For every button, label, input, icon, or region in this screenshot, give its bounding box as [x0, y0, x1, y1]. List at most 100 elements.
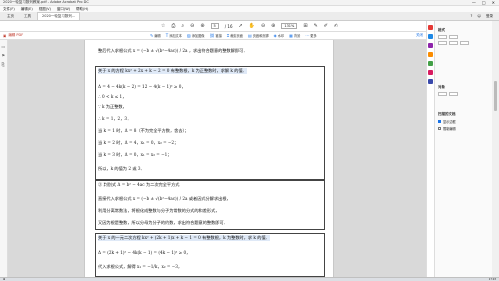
restrict-edit-checkbox[interactable]: 限制编辑	[438, 126, 489, 131]
next-page-icon[interactable]: ⊕	[200, 23, 204, 29]
zoom-out-icon[interactable]: ⊖	[261, 23, 265, 29]
tab-document[interactable]: 2020一轮复习数列...	[37, 12, 81, 20]
edit-icon: ✎	[150, 33, 154, 38]
page-thumbnails-icon[interactable]: ▭	[2, 44, 6, 49]
link-button[interactable]: ⛓ 链接	[209, 33, 221, 38]
edit-pdf-label: ▣ 编辑 PDF	[0, 32, 42, 40]
tab-tools[interactable]: 工具	[20, 13, 35, 20]
more-icon: ⋯	[305, 33, 310, 38]
page-line: ∴ 0 < k ≤ 1，	[98, 94, 127, 99]
header-footer-button[interactable]: ▤ 页眉和页脚	[248, 33, 269, 38]
page-line: 代入求根公式，解得 x₁ = −1/k，x₂ = −3，	[98, 264, 183, 269]
protect-icon[interactable]	[428, 70, 433, 75]
crop-button[interactable]: ⌗ 裁剪页面	[227, 33, 243, 38]
crop-icon: ⌗	[226, 33, 230, 38]
page-line: 利用分离常数法，将根化成整数与分子为常数的分式的和差形式，	[98, 208, 220, 213]
menu-file[interactable]: 文件(F)	[3, 7, 15, 12]
select-tool-icon[interactable]: ➚	[239, 23, 243, 29]
font-size-select[interactable]	[449, 35, 458, 39]
background-button[interactable]: ▦ 背景	[289, 33, 300, 38]
highlight-icon[interactable]: ✐	[324, 23, 328, 29]
menu-view[interactable]: 视图(V)	[39, 7, 51, 12]
add-image-button[interactable]: ▨ 添加图像	[187, 33, 205, 38]
show-border-checkbox[interactable]: 显示边框	[438, 119, 489, 124]
bookmarks-panel-icon[interactable]: ⚑	[2, 53, 6, 58]
attachments-icon[interactable]: ⎘	[2, 62, 6, 67]
close-edit-button[interactable]: 关闭	[416, 33, 426, 38]
page-line: 当 k = 3 时，Δ = 0，x₁ = x₂ = −1；	[98, 152, 172, 157]
page-line: 所以，k 的值为 2 或 3．	[98, 166, 145, 171]
left-sidebar: ▭ ⚑ ⎘	[0, 40, 8, 277]
print-icon[interactable]: ⎙	[171, 23, 175, 29]
page-line: ∵ k 为正整数，	[98, 104, 127, 109]
window-controls: — □ ✕	[472, 0, 499, 5]
taskbar: ⊞ 17:03	[0, 277, 499, 281]
organize-pages-icon[interactable]	[428, 61, 433, 66]
watermark-button[interactable]: ◈ 水印	[274, 33, 284, 38]
fit-page-icon[interactable]: ⊞	[303, 23, 307, 29]
prev-page-icon[interactable]: ⊖	[190, 23, 194, 29]
sign-in-button[interactable]: 登录	[486, 14, 493, 19]
page-line: Δ = 4 − 4k(k − 2) = 12 − 4(k − 1)² ≥ 0，	[98, 84, 186, 89]
tab-bar: 主页 工具 2020一轮复习数列... ? ☺ 登录	[0, 12, 499, 21]
sign-icon[interactable]: ✍	[334, 23, 338, 29]
page-line: Δ = (2k + 1)² − 4k(k − 1) = (4k − 1)² ≥ …	[98, 250, 191, 255]
vertical-scrollbar[interactable]	[492, 21, 499, 277]
menu-edit[interactable]: 编辑(E)	[21, 7, 33, 12]
feedback-icon[interactable]: ☺	[477, 14, 481, 19]
menu-help[interactable]: 帮助(H)	[76, 7, 88, 12]
right-tool-rail	[426, 21, 434, 277]
tab-home[interactable]: 主页	[3, 13, 18, 20]
panel-section-objects: 对象	[438, 85, 445, 89]
link-icon: ⛓	[209, 33, 215, 38]
export-pdf-icon[interactable]	[428, 43, 433, 48]
add-text-button[interactable]: T 添加文本	[166, 33, 182, 38]
page-line: 当 k = 1 时，Δ = 8（不为完全平方数，舍去）；	[98, 128, 189, 133]
edit-pdf-icon[interactable]	[428, 34, 433, 39]
hand-tool-icon[interactable]: ✋	[249, 23, 255, 29]
maximize-button[interactable]: □	[482, 0, 486, 5]
align-controls	[438, 41, 489, 45]
align-left-button[interactable]	[438, 41, 447, 45]
page-line: 直接代入求根公式 x = (−b ± √(b²−4ac)) / 2a 或者因式分…	[98, 196, 231, 201]
comment-icon[interactable]: ✎	[314, 23, 318, 29]
align-right-button[interactable]	[460, 41, 469, 45]
search-icon[interactable]: ⌕	[181, 23, 184, 29]
image-icon: ▨	[186, 33, 191, 38]
flip-button[interactable]	[438, 92, 447, 96]
format-panel: 格式 对象 扫描的文档 显示边框 限制编辑	[434, 21, 492, 277]
create-pdf-icon[interactable]	[428, 25, 433, 30]
header-footer-icon: ▤	[247, 33, 252, 38]
page-line: 整后代入求根公式 x = (−b ± √(b²−4ac)) / 2a ，求出符合…	[98, 48, 248, 53]
comment-tool-icon[interactable]	[428, 52, 433, 57]
page-number-input[interactable]: 5	[210, 23, 219, 29]
fill-sign-icon[interactable]	[428, 79, 433, 84]
page-line: ② 判别式 Δ = b² − 4ac 为二次完全平方式	[98, 182, 180, 187]
zoom-select[interactable]: 131%	[281, 23, 298, 29]
panel-section-scan: 扫描的文档	[438, 112, 456, 116]
page-line: 又因为根是整数，所以分母为分子的约数，求出符合题意的整数即可．	[98, 220, 228, 225]
close-window-button[interactable]: ✕	[492, 0, 495, 5]
page-line: 关于 x 的方程 kx² + 2x + k − 2 = 0 有整数根，k 为正整…	[98, 68, 247, 74]
window-title: 2020一轮复习数列教案.pdf - Adobe Acrobat Pro DC	[3, 0, 89, 4]
help-icon[interactable]: ?	[470, 14, 472, 19]
rotate-button[interactable]	[449, 92, 458, 96]
edit-button[interactable]: ✎ 编辑	[150, 33, 161, 38]
scroll-thumb[interactable]	[494, 81, 497, 111]
menu-window[interactable]: 窗口(W)	[57, 7, 70, 12]
minimize-button[interactable]: —	[472, 0, 476, 5]
edit-toolbar: ✎ 编辑 T 添加文本 ▨ 添加图像 ⛓ 链接 ⌗ 裁剪页面 ▤ 页眉和页脚 ◈ 水印 ▦ 背景…	[42, 32, 426, 40]
align-center-button[interactable]	[449, 41, 458, 45]
zoom-in-icon[interactable]: ⊕	[271, 23, 275, 29]
background-icon: ▦	[289, 33, 293, 38]
object-controls	[438, 92, 489, 96]
edit-pdf-text: 编辑 PDF	[8, 33, 24, 37]
add-text-icon: T	[165, 33, 169, 38]
font-family-select[interactable]	[438, 35, 447, 39]
page-total: / 16	[224, 23, 233, 29]
bookmark-icon[interactable]: ☆	[161, 23, 165, 29]
document-area[interactable]: 整后代入求根公式 x = (−b ± √(b²−4ac)) / 2a ，求出符合…	[8, 40, 426, 277]
more-button[interactable]: ⋯ 更多	[305, 33, 316, 38]
pdf-page[interactable]: 整后代入求根公式 x = (−b ± √(b²−4ac)) / 2a ，求出符合…	[84, 40, 334, 277]
page-line: ∴ k = 1，2，3．	[98, 116, 132, 121]
